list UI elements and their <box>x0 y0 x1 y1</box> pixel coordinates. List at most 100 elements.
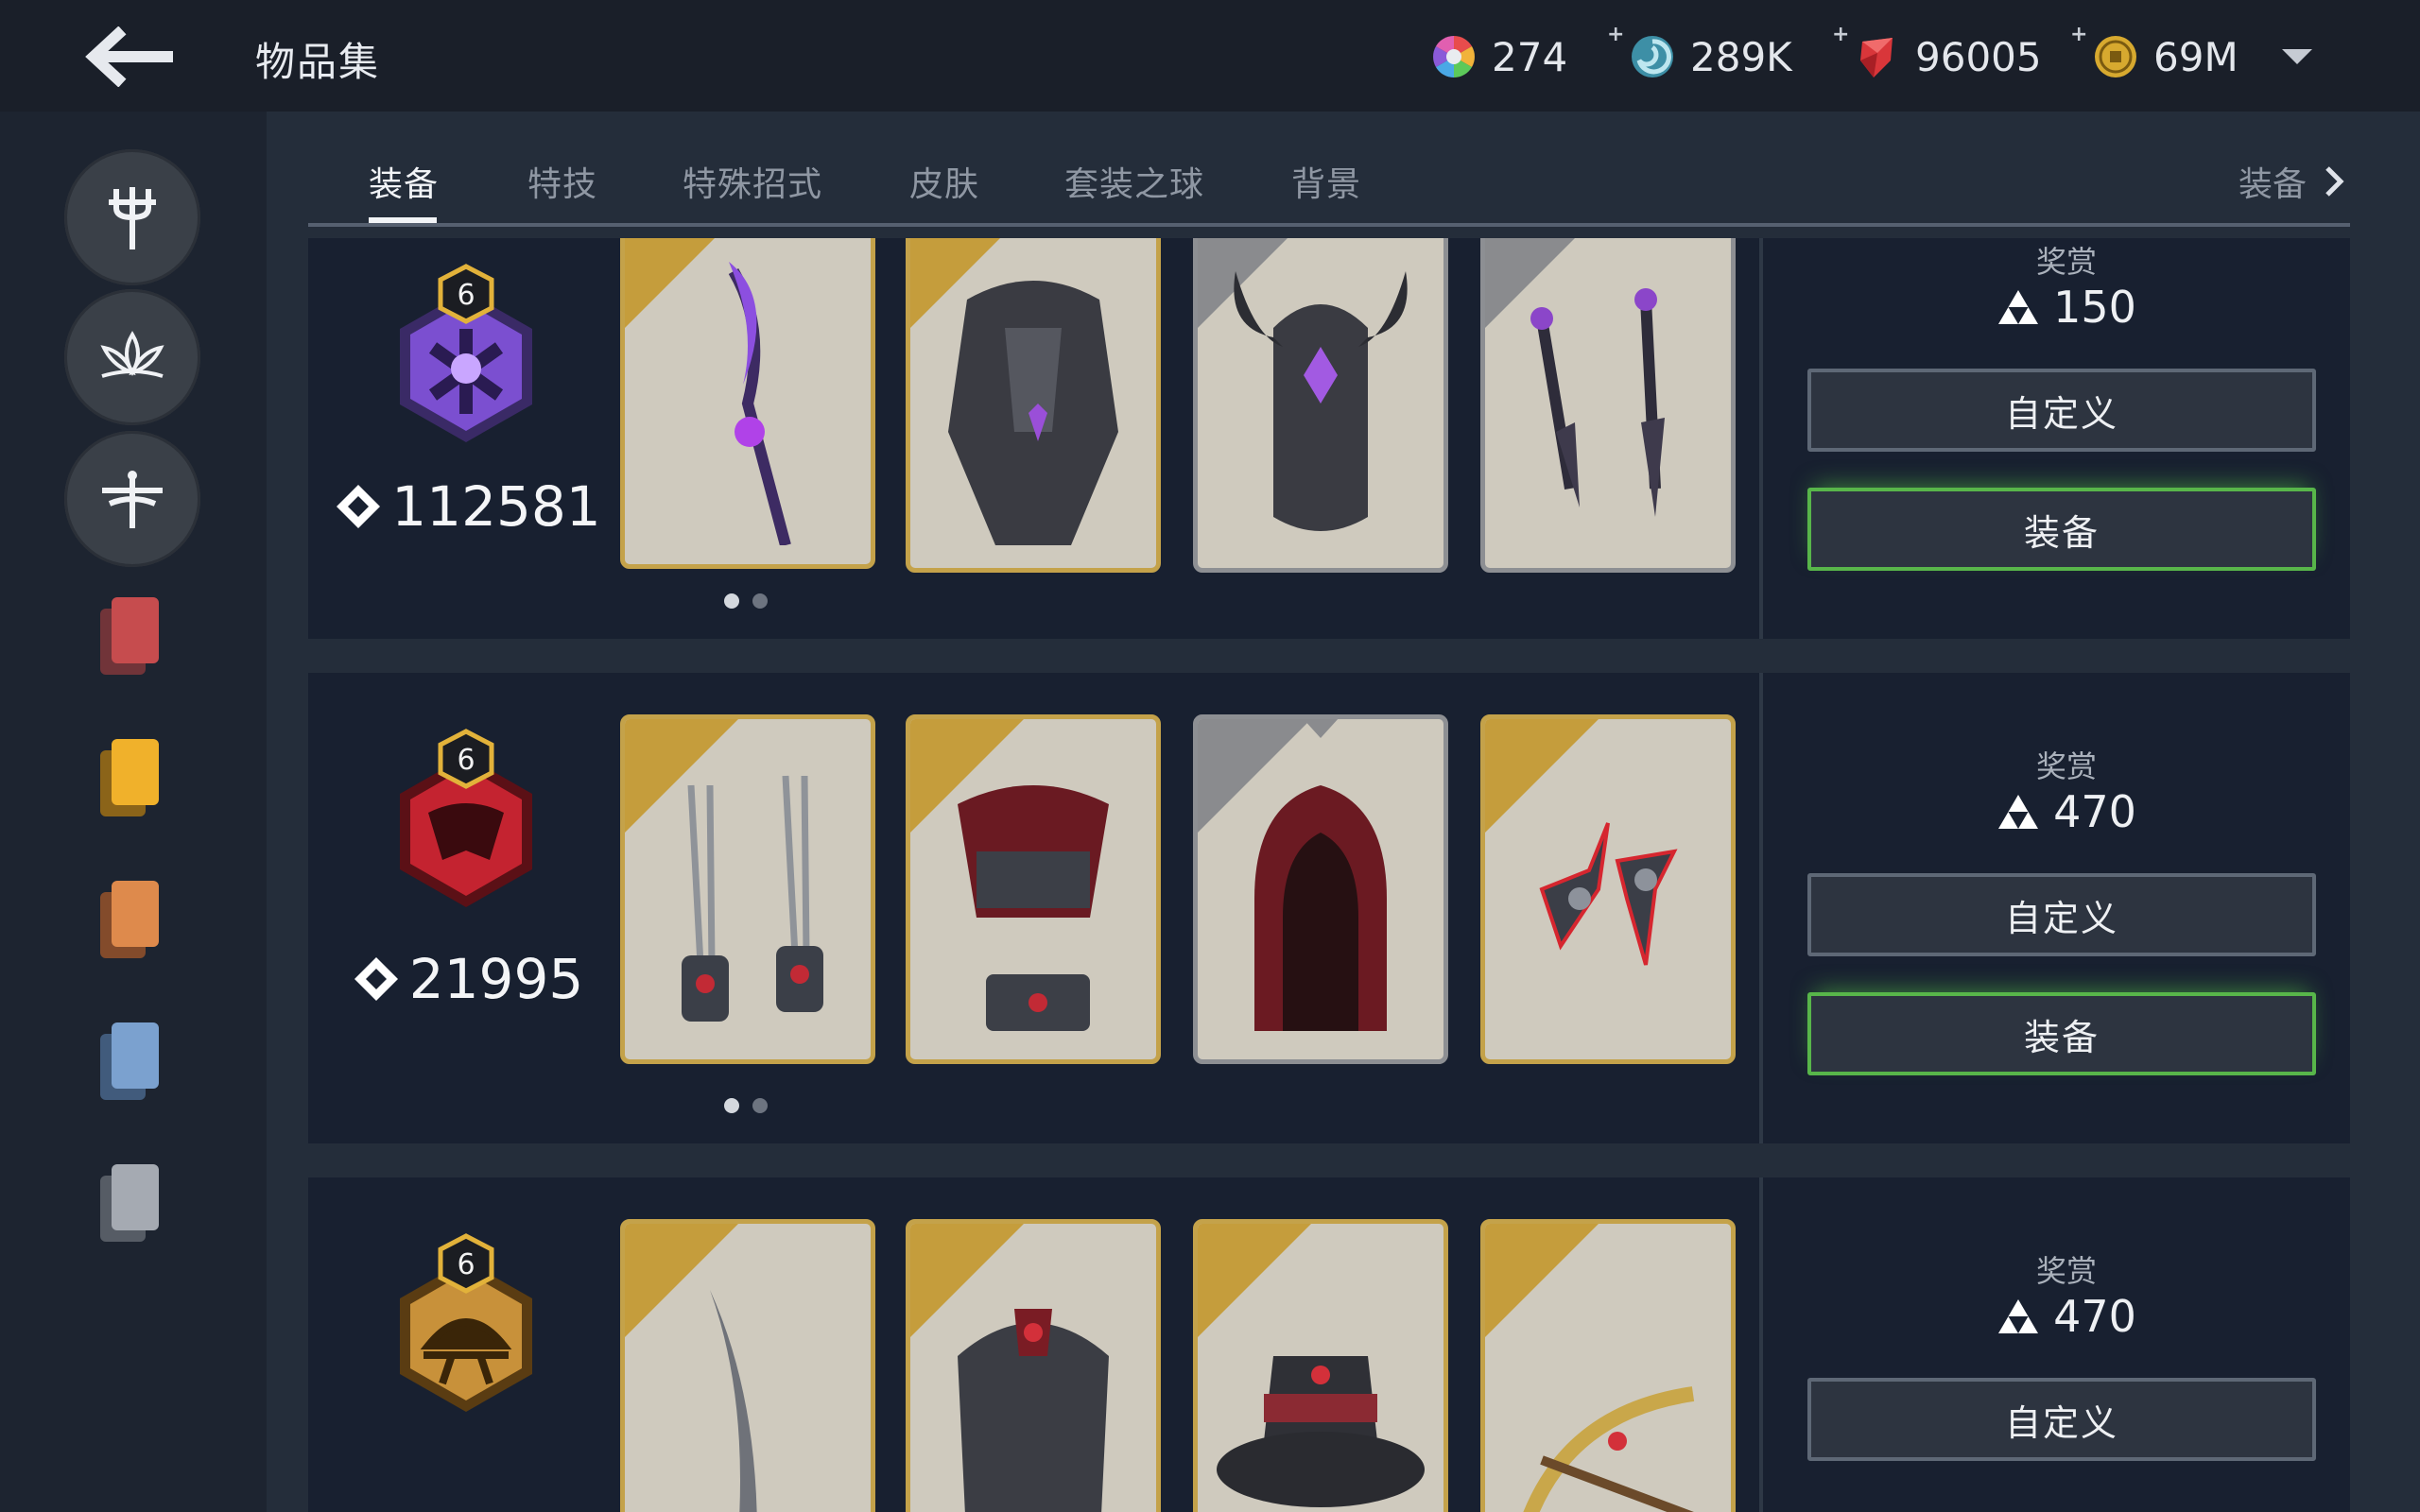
currency-spiral[interactable]: + 289K <box>1607 23 1792 87</box>
set-badge: 6 <box>376 1232 556 1412</box>
set-badge: 6 <box>376 728 556 907</box>
currency-value: 274 <box>1492 33 1568 80</box>
currency-value: 289K <box>1690 33 1792 80</box>
sidebar <box>0 112 267 1512</box>
page-dots <box>724 1098 768 1113</box>
gold-coin-icon: + <box>2070 23 2140 81</box>
dark-armor-icon <box>948 281 1118 545</box>
red-scarf-armor-icon <box>958 785 1109 1031</box>
tab-backgrounds[interactable]: 背景 <box>1291 157 1361 206</box>
set-row: 6 112581 奖赏 150 自定义 装备 <box>308 238 2350 639</box>
wide-hat-icon <box>1217 1356 1425 1507</box>
sidebar-card-red[interactable] <box>100 597 161 679</box>
currency-dropdown-button[interactable] <box>2273 38 2321 76</box>
svg-text:6: 6 <box>457 279 475 312</box>
red-set-emblem-icon: 6 <box>400 729 532 907</box>
currency-value: 69M <box>2153 33 2238 80</box>
chevron-down-icon <box>2282 49 2312 64</box>
item-card[interactable] <box>906 714 1161 1064</box>
item-card[interactable] <box>1480 238 1736 573</box>
plate-armor-icon <box>958 1309 1109 1512</box>
diamond-score-icon <box>354 957 398 1001</box>
customize-button[interactable]: 自定义 <box>1807 369 2316 452</box>
red-hood-icon <box>1254 785 1387 1031</box>
sidebar-class-dragonfly[interactable] <box>64 431 200 567</box>
item-card[interactable] <box>906 238 1161 573</box>
item-card[interactable] <box>620 1219 875 1512</box>
page-dots <box>724 593 768 609</box>
currency-value: 96005 <box>1915 33 2042 80</box>
item-card[interactable] <box>1480 1219 1736 1512</box>
tab-next-button[interactable]: 装备 <box>2238 157 2348 206</box>
plus-icon: + <box>1607 23 1625 46</box>
currency-rainbow[interactable]: 274 <box>1429 26 1567 87</box>
lotus-class-icon <box>100 331 164 378</box>
score-value: 21995 <box>408 947 584 1011</box>
reward-value: 150 <box>1783 282 2350 333</box>
item-card[interactable] <box>906 1219 1161 1512</box>
customize-button[interactable]: 自定义 <box>1807 1378 2316 1461</box>
item-card[interactable] <box>1193 714 1448 1064</box>
item-card[interactable] <box>1193 238 1448 573</box>
reward-label: 奖赏 <box>2035 1253 2097 1289</box>
tab-skins[interactable]: 皮肤 <box>909 157 979 206</box>
dragonfly-class-icon <box>102 471 163 528</box>
twin-daggers-icon <box>1530 288 1665 517</box>
back-button[interactable] <box>76 21 180 93</box>
tab-next-label: 装备 <box>2238 165 2308 204</box>
plus-icon: + <box>2070 23 2088 46</box>
page-title: 物品集 <box>255 39 381 85</box>
score-value: 112581 <box>391 474 601 539</box>
currency-gold[interactable]: + 69M <box>2070 23 2238 87</box>
tab-bar: 装备 特技 特殊招式 皮肤 套装之球 背景 装备 <box>308 112 2350 227</box>
svg-text:6: 6 <box>457 744 475 777</box>
tab-equipment[interactable]: 装备 <box>369 157 439 206</box>
tab-skills[interactable]: 特技 <box>527 157 597 206</box>
tab-special-moves[interactable]: 特殊招式 <box>683 157 822 206</box>
item-card[interactable] <box>1480 714 1736 1064</box>
item-card[interactable] <box>1193 1219 1448 1512</box>
diamond-score-icon <box>337 485 381 528</box>
equip-button[interactable]: 装备 <box>1807 992 2316 1075</box>
currency-gem[interactable]: + 96005 <box>1832 23 2042 87</box>
claw-gauntlets-icon <box>682 775 823 1022</box>
triforce-icon <box>1998 795 2039 829</box>
spiral-token-icon: + <box>1607 23 1677 81</box>
plus-icon: + <box>1832 23 1850 46</box>
top-bar: 物品集 274 + 289K + 96005 + 69M <box>0 0 2420 112</box>
tab-set-orbs[interactable]: 套装之球 <box>1064 157 1204 206</box>
purple-set-emblem-icon: 6 <box>400 264 532 442</box>
customize-button[interactable]: 自定义 <box>1807 873 2316 956</box>
trident-class-icon <box>109 187 156 249</box>
back-arrow-icon <box>85 26 173 87</box>
blade-icon <box>710 1290 757 1512</box>
reward-label: 奖赏 <box>2035 748 2097 784</box>
sidebar-class-lotus[interactable] <box>64 289 200 425</box>
set-list[interactable]: 6 112581 奖赏 150 自定义 装备 6 21995 奖赏 470 自定… <box>308 238 2350 1512</box>
set-badge: 6 <box>376 263 556 442</box>
item-card[interactable] <box>620 238 875 569</box>
crossbow-icon <box>1523 1386 1695 1512</box>
chevron-right-icon <box>2325 166 2344 197</box>
triforce-icon <box>1998 1299 2039 1333</box>
rainbow-wheel-icon <box>1429 32 1478 81</box>
sidebar-card-blue[interactable] <box>100 1022 161 1104</box>
sidebar-card-gray[interactable] <box>100 1164 161 1246</box>
equip-button[interactable]: 装备 <box>1807 488 2316 571</box>
set-score: 21995 <box>325 947 609 1011</box>
item-card[interactable] <box>620 714 875 1064</box>
sidebar-class-trident[interactable] <box>64 149 200 285</box>
svg-text:6: 6 <box>457 1248 475 1281</box>
active-tab-indicator <box>369 217 437 223</box>
set-row: 6 奖赏 470 自定义 <box>308 1177 2350 1512</box>
red-gem-icon: + <box>1832 23 1902 81</box>
shuriken-icon <box>1539 822 1678 966</box>
sidebar-card-yellow[interactable] <box>100 739 161 820</box>
reward-value: 470 <box>1783 786 2350 837</box>
triforce-icon <box>1998 290 2039 324</box>
set-row: 6 21995 奖赏 470 自定义 装备 <box>308 673 2350 1143</box>
reward-value: 470 <box>1783 1291 2350 1342</box>
horned-helmet-icon <box>1234 271 1408 531</box>
sidebar-card-orange[interactable] <box>100 881 161 962</box>
gold-set-emblem-icon: 6 <box>400 1233 532 1412</box>
